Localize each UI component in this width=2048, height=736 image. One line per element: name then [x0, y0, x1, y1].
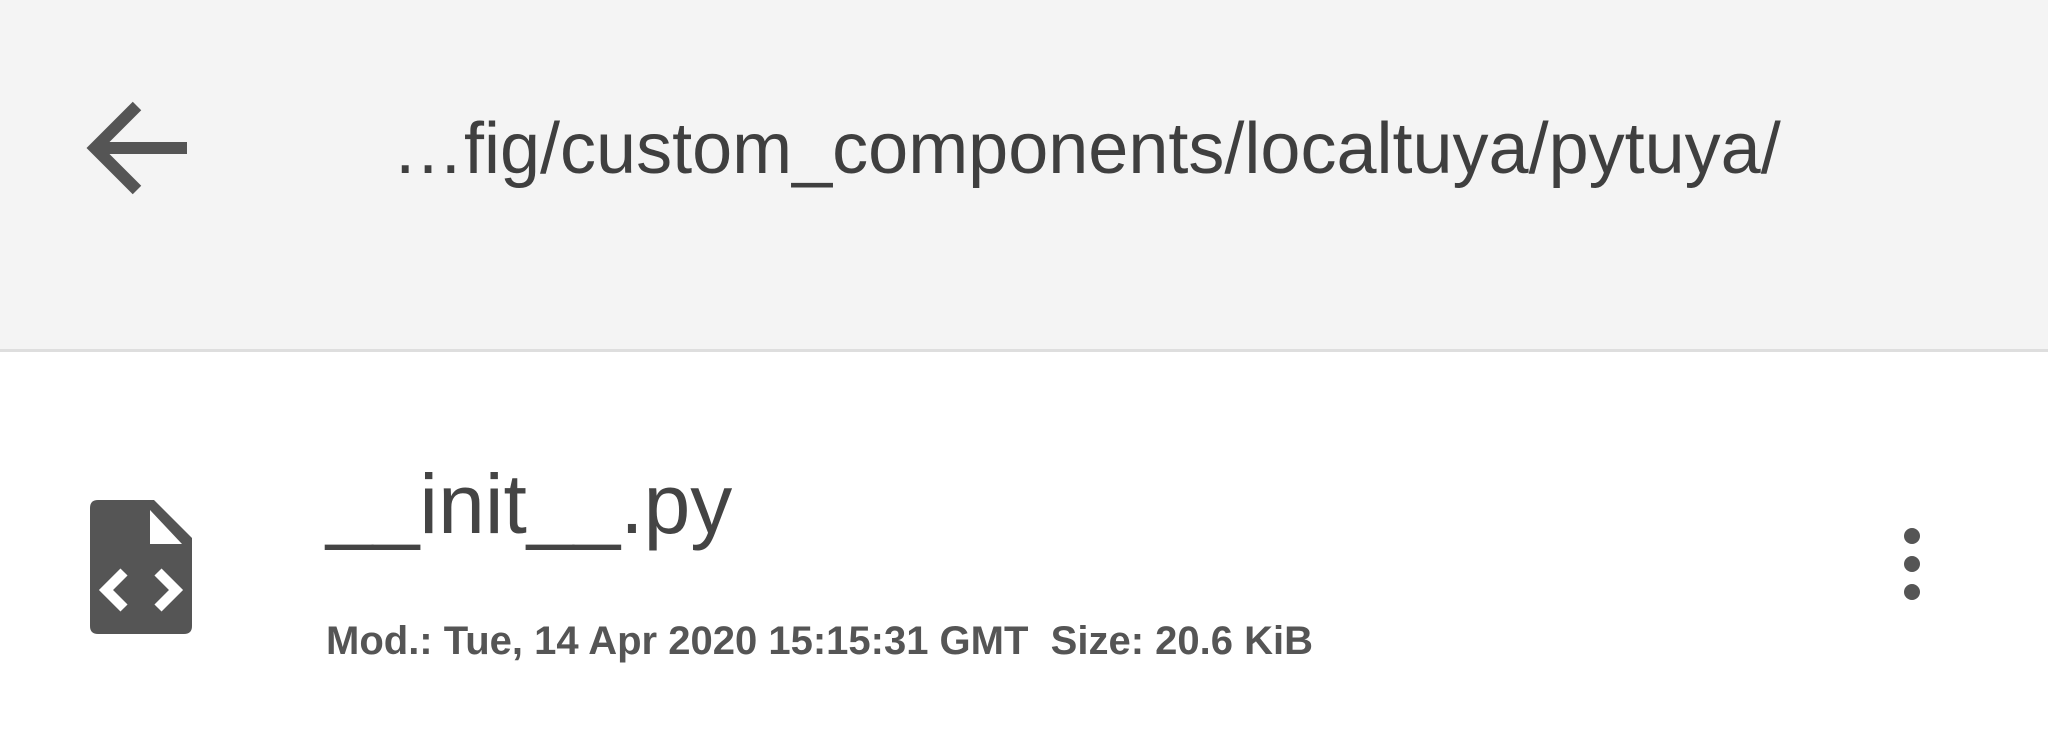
file-list-item[interactable]: __init__.py Mod.: Tue, 14 Apr 2020 15:15…: [0, 408, 2048, 692]
header-bar: …fig/custom_components/localtuya/pytuya/: [0, 0, 2048, 352]
current-path: …fig/custom_components/localtuya/pytuya/: [392, 109, 1781, 189]
back-button[interactable]: [76, 92, 202, 204]
file-meta: Mod.: Tue, 14 Apr 2020 15:15:31 GMT Size…: [326, 619, 1313, 663]
more-options-button[interactable]: [1876, 512, 1948, 616]
code-file-icon: [90, 500, 192, 634]
more-vertical-icon: [1904, 528, 1920, 600]
file-browser: …fig/custom_components/localtuya/pytuya/…: [0, 0, 2048, 736]
arrow-left-icon: [86, 101, 187, 195]
file-name: __init__.py: [326, 457, 733, 551]
